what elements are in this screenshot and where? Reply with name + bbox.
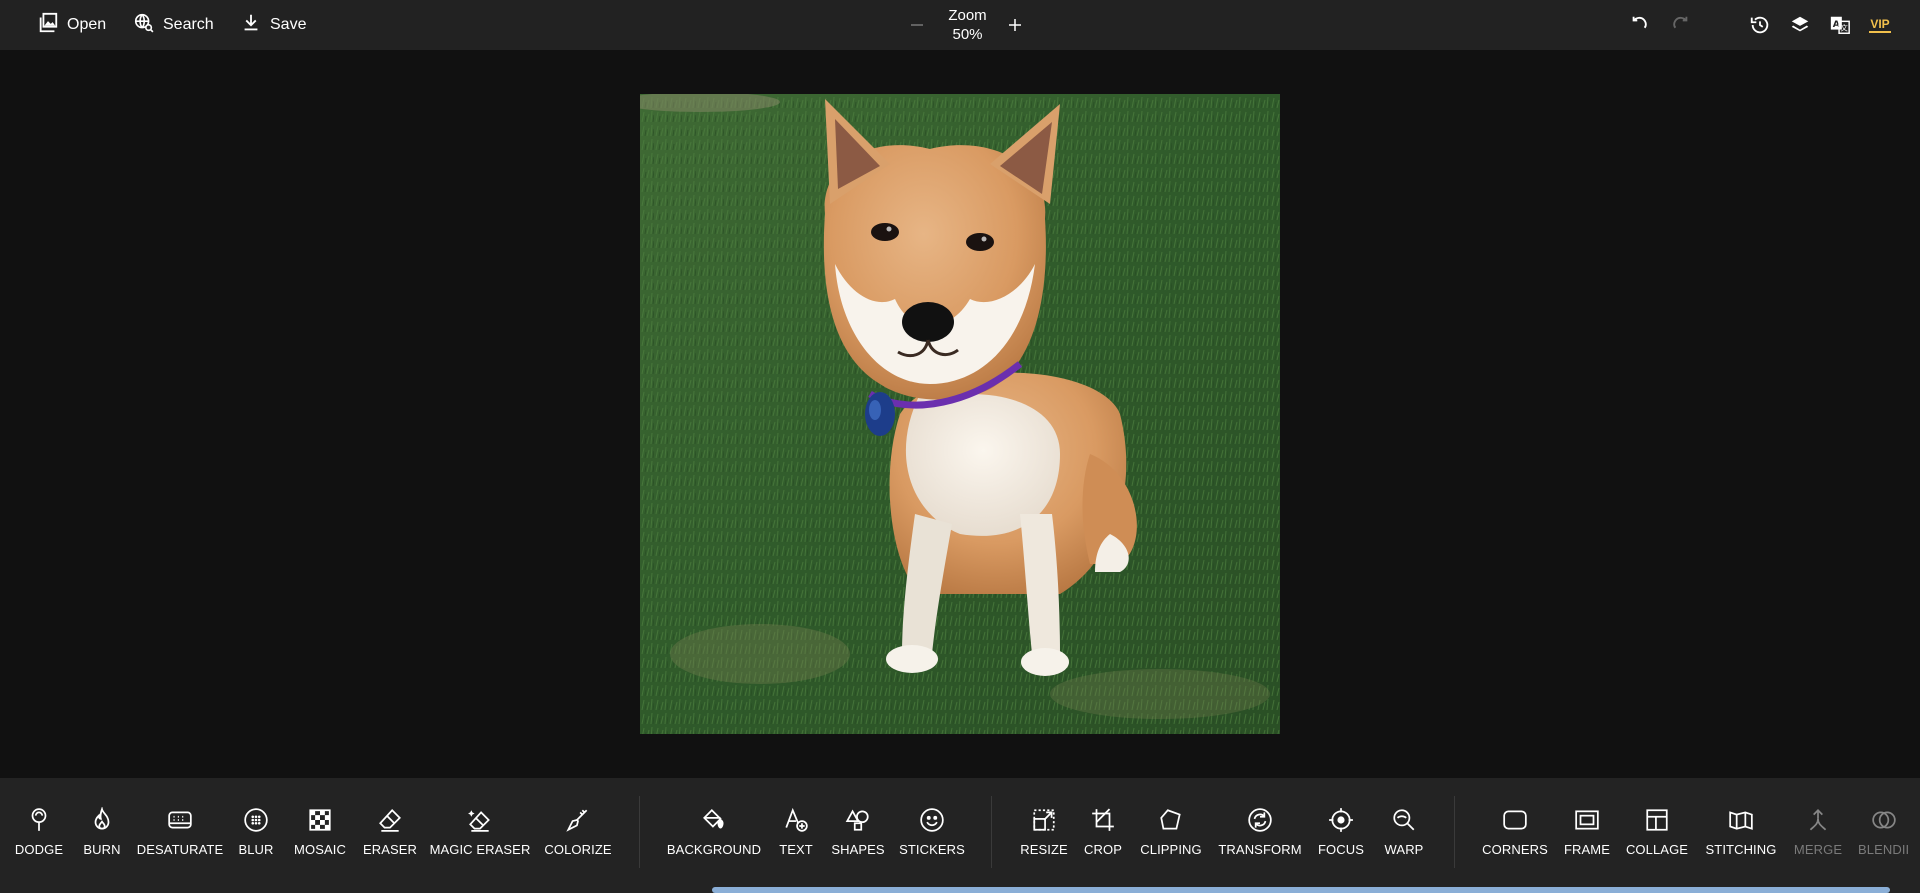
- tool-dodge[interactable]: DODGE: [15, 806, 63, 876]
- save-label: Save: [270, 16, 307, 33]
- tool-stitching[interactable]: STITCHING: [1704, 806, 1778, 876]
- tool-colorize[interactable]: COLORIZE: [544, 806, 612, 876]
- photo-editor-app: Open Search Save Zoom 50% A 文 VIP DODGE …: [0, 0, 1920, 893]
- resize-icon: [1030, 806, 1058, 834]
- vip-icon: VIP: [1869, 17, 1891, 33]
- undo-button[interactable]: [1627, 12, 1653, 38]
- zoom-label: Zoom: [948, 7, 987, 24]
- layers-button[interactable]: [1787, 12, 1813, 38]
- tool-mosaic[interactable]: MOSAIC: [293, 806, 347, 876]
- rounded-rect-icon: [1501, 806, 1529, 834]
- redo-icon: [1673, 16, 1688, 29]
- collage-icon: [1643, 806, 1671, 834]
- tool-stickers[interactable]: STICKERS: [899, 806, 965, 876]
- tool-eraser[interactable]: ERASER: [363, 806, 417, 876]
- toolbar-separator: [1454, 796, 1455, 868]
- tool-crop[interactable]: CROP: [1084, 806, 1122, 876]
- mosaic-icon: [306, 806, 334, 834]
- shapes-icon: [844, 806, 872, 834]
- toolbar-separator: [639, 796, 640, 868]
- warp-icon: [1390, 806, 1418, 834]
- svg-text:文: 文: [1840, 24, 1848, 33]
- tool-focus[interactable]: FOCUS: [1318, 806, 1364, 876]
- flame-icon: [88, 806, 116, 834]
- vip-button[interactable]: VIP: [1867, 12, 1893, 38]
- zoom-out-button[interactable]: [905, 13, 929, 37]
- blending-icon: [1870, 806, 1898, 834]
- tool-collage[interactable]: COLLAGE: [1626, 806, 1688, 876]
- download-icon: [240, 12, 262, 39]
- plus-icon: [1009, 19, 1021, 31]
- image-icon: [37, 12, 59, 39]
- tool-blending[interactable]: BLENDII: [1858, 806, 1908, 876]
- top-bar: Open Search Save Zoom 50% A 文 VIP: [0, 0, 1920, 50]
- open-label: Open: [67, 16, 107, 33]
- dodge-icon: [25, 806, 53, 834]
- toolbar-separator: [991, 796, 992, 868]
- magic-eraser-icon: [466, 806, 494, 834]
- frame-icon: [1573, 806, 1601, 834]
- tool-transform[interactable]: TRANSFORM: [1218, 806, 1302, 876]
- zoom-readout: Zoom 50%: [935, 6, 1000, 44]
- text-add-icon: [782, 806, 810, 834]
- translate-icon: A文: [1830, 16, 1850, 34]
- merge-icon: [1804, 806, 1832, 834]
- brush-icon: [564, 806, 592, 834]
- tool-text[interactable]: TEXT: [778, 806, 814, 876]
- pentagon-icon: [1157, 806, 1185, 834]
- globe-search-icon: [133, 12, 155, 39]
- tool-frame[interactable]: FRAME: [1564, 806, 1610, 876]
- toolbar-scrollbar[interactable]: [712, 887, 1890, 893]
- zoom-in-button[interactable]: [1003, 13, 1027, 37]
- tools-toolbar: DODGE BURN DESATURATE BLUR MOSAIC ERASER…: [0, 778, 1920, 893]
- save-button[interactable]: Save: [240, 0, 306, 50]
- stitching-icon: [1727, 806, 1755, 834]
- history-icon: [1750, 16, 1769, 34]
- translate-button[interactable]: A文: [1827, 12, 1853, 38]
- eraser-icon: [376, 806, 404, 834]
- canvas-image[interactable]: [640, 94, 1280, 734]
- tool-desaturate[interactable]: DESATURATE: [137, 806, 223, 876]
- history-button[interactable]: [1747, 12, 1773, 38]
- tool-merge[interactable]: MERGE: [1794, 806, 1842, 876]
- search-button[interactable]: Search: [133, 0, 214, 50]
- smiley-icon: [918, 806, 946, 834]
- desaturate-icon: [166, 806, 194, 834]
- dog-photo: [640, 94, 1280, 734]
- crop-icon: [1089, 806, 1117, 834]
- tool-corners[interactable]: CORNERS: [1482, 806, 1548, 876]
- tool-resize[interactable]: RESIZE: [1020, 806, 1068, 876]
- tool-warp[interactable]: WARP: [1382, 806, 1426, 876]
- search-label: Search: [163, 16, 214, 33]
- paint-bucket-icon: [700, 806, 728, 834]
- tool-burn[interactable]: BURN: [82, 806, 122, 876]
- blur-icon: [242, 806, 270, 834]
- tool-blur[interactable]: BLUR: [238, 806, 274, 876]
- tool-background[interactable]: BACKGROUND: [667, 806, 761, 876]
- tool-shapes[interactable]: SHAPES: [831, 806, 885, 876]
- open-button[interactable]: Open: [37, 0, 106, 50]
- undo-icon: [1632, 16, 1647, 29]
- tool-magic-eraser[interactable]: MAGIC ERASER: [430, 806, 530, 876]
- target-icon: [1327, 806, 1355, 834]
- minus-icon: [911, 24, 923, 26]
- tool-clipping[interactable]: CLIPPING: [1140, 806, 1202, 876]
- zoom-control: Zoom 50%: [905, 6, 1030, 46]
- redo-button[interactable]: [1667, 12, 1693, 38]
- zoom-value: 50%: [952, 26, 983, 43]
- rotate-icon: [1246, 806, 1274, 834]
- layers-icon: [1791, 16, 1809, 32]
